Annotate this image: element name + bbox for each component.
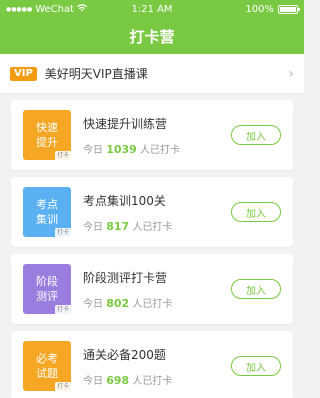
thumbnail-tag: 打卡	[54, 228, 71, 237]
thumbnail-line1: 考点	[36, 198, 58, 211]
thumbnail-tag: 打卡	[54, 305, 71, 314]
thumbnail-text: 必考 试题	[36, 351, 58, 381]
camp-card[interactable]: 考点 集训 打卡 考点集训100关 今日 817 人已打卡 加入	[11, 177, 293, 247]
meta-prefix: 今日	[83, 298, 103, 310]
meta-suffix: 人已打卡	[132, 298, 173, 310]
vip-badge: VIP	[10, 66, 37, 81]
camp-card[interactable]: 必考 试题 打卡 通关必备200题 今日 698 人已打卡 加入	[11, 331, 293, 398]
checkin-count: 1039	[106, 142, 137, 156]
camp-list: 快速 提升 打卡 快速提升训练营 今日 1039 人已打卡 加入 考点 集训 打…	[0, 94, 304, 398]
thumbnail-line2: 提升	[36, 136, 58, 149]
thumbnail-line2: 试题	[36, 367, 58, 380]
thumbnail-text: 快速 提升	[36, 120, 58, 150]
meta-suffix: 人已打卡	[140, 144, 180, 156]
page-title: 打卡营	[129, 27, 175, 46]
camp-thumbnail: 阶段 测评 打卡	[23, 264, 71, 314]
checkin-count: 817	[106, 219, 130, 233]
camp-meta: 今日 698 人已打卡	[83, 372, 231, 387]
camp-card[interactable]: 快速 提升 打卡 快速提升训练营 今日 1039 人已打卡 加入	[11, 100, 293, 170]
camp-meta: 今日 802 人已打卡	[83, 295, 231, 310]
camp-thumbnail: 必考 试题 打卡	[23, 341, 71, 391]
camp-info: 阶段测评打卡营 今日 802 人已打卡	[71, 269, 231, 310]
camp-meta: 今日 1039 人已打卡	[83, 141, 231, 156]
camp-title: 考点集训100关	[83, 193, 166, 208]
camp-info: 快速提升训练营 今日 1039 人已打卡	[71, 115, 231, 156]
thumbnail-line2: 集训	[36, 213, 58, 226]
meta-prefix: 今日	[83, 221, 103, 233]
status-bar: ●●●●● WeChat 1:21 AM 100%	[0, 0, 304, 18]
camp-title: 阶段测评打卡营	[83, 270, 168, 285]
thumbnail-line1: 阶段	[36, 275, 58, 288]
checkin-count: 698	[106, 373, 130, 387]
join-button[interactable]: 加入	[231, 279, 281, 299]
join-button[interactable]: 加入	[231, 202, 281, 222]
camp-title: 快速提升训练营	[83, 116, 168, 131]
camp-title: 通关必备200题	[83, 347, 166, 362]
thumbnail-tag: 打卡	[54, 151, 71, 160]
meta-prefix: 今日	[83, 375, 103, 387]
join-button[interactable]: 加入	[231, 125, 281, 145]
thumbnail-line1: 快速	[36, 121, 58, 134]
vip-title: 美好明天VIP直播课	[44, 67, 148, 81]
thumbnail-line2: 测评	[36, 290, 58, 303]
thumbnail-line1: 必考	[36, 352, 58, 365]
checkin-count: 802	[106, 296, 130, 310]
camp-thumbnail: 快速 提升 打卡	[23, 110, 71, 160]
meta-suffix: 人已打卡	[132, 375, 173, 387]
signal-dots-icon: ●●●●●	[6, 5, 33, 13]
battery-label: 100%	[245, 3, 274, 15]
join-button[interactable]: 加入	[231, 356, 281, 376]
carrier-label: WeChat	[35, 3, 75, 15]
nav-bar: 打卡营	[0, 18, 304, 54]
meta-prefix: 今日	[83, 144, 103, 156]
camp-info: 通关必备200题 今日 698 人已打卡	[71, 346, 231, 387]
camp-meta: 今日 817 人已打卡	[83, 218, 231, 233]
vip-banner[interactable]: VIP 美好明天VIP直播课 ›	[0, 54, 304, 94]
status-right: 100%	[245, 3, 300, 15]
meta-suffix: 人已打卡	[132, 221, 173, 233]
thumbnail-text: 阶段 测评	[36, 274, 58, 304]
camp-info: 考点集训100关 今日 817 人已打卡	[71, 192, 231, 233]
chevron-right-icon: ›	[288, 65, 294, 82]
battery-icon	[278, 4, 300, 14]
status-left: ●●●●● WeChat	[6, 3, 88, 15]
wifi-icon	[77, 3, 88, 15]
thumbnail-text: 考点 集训	[36, 197, 58, 227]
camp-card[interactable]: 阶段 测评 打卡 阶段测评打卡营 今日 802 人已打卡 加入	[11, 254, 293, 324]
thumbnail-tag: 打卡	[54, 382, 71, 391]
camp-thumbnail: 考点 集训 打卡	[23, 187, 71, 237]
